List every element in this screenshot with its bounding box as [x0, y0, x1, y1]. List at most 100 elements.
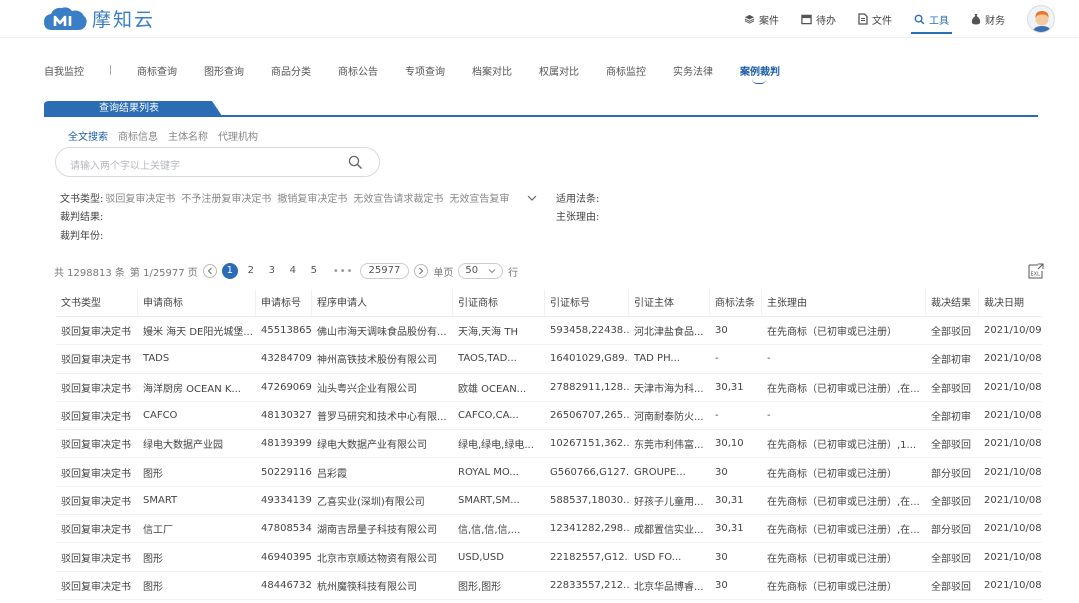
filter-result: 裁判结果:	[60, 208, 103, 223]
subnav-graphic-search[interactable]: 图形查询	[204, 63, 244, 78]
table-cell: 绿电大数据产业园	[143, 440, 223, 452]
topnav-todo[interactable]: 待办	[801, 0, 836, 38]
tab-fulltext[interactable]: 全文搜索	[68, 128, 108, 143]
table-row[interactable]: 驳回复审决定书 嫚米 海天 DE阳光城堡... 45513865 佛山市海天调味食品股…	[56, 317, 1042, 346]
table-row[interactable]: 驳回复审决定书 TADS 43284709 神州高铁技术股份有限公司 TAOS,TAD.…	[56, 345, 1042, 374]
column-header[interactable]: 程序申请人	[312, 289, 453, 317]
page-size-select[interactable]: 50	[458, 263, 504, 279]
avatar[interactable]	[1027, 5, 1055, 33]
chevron-right-icon	[419, 267, 424, 275]
filter-option[interactable]: 撤销复审决定书	[277, 190, 347, 205]
page-ellipsis: •••	[332, 265, 354, 277]
table-cell: 驳回复审决定书	[61, 496, 131, 508]
column-header[interactable]: 申请标号	[256, 289, 312, 317]
filter-doc-type: 文书类型: 驳回复审决定书 不予注册复审决定书 撤销复审决定书 无效宣告请求裁定…	[60, 190, 537, 205]
results-table: 文书类型 申请商标 申请标号 程序申请人 引证商标 引证标号 引证主体 商标法条…	[56, 289, 1042, 600]
last-page[interactable]: 25977	[359, 263, 410, 279]
subnav-special-search[interactable]: 专项查询	[405, 63, 445, 78]
table-cell: 47808534	[261, 523, 312, 535]
table-cell: 全部驳回	[931, 383, 971, 395]
page-3[interactable]: 3	[264, 263, 280, 279]
search-tabs: 全文搜索 商标信息 主体名称 代理机构	[68, 128, 268, 143]
subnav-trademark-notice[interactable]: 商标公告	[338, 63, 378, 78]
top-header: 摩知云 案件 待办 文件 工具 财务	[0, 0, 1079, 38]
tab-agency[interactable]: 代理机构	[218, 128, 258, 143]
table-row[interactable]: 驳回复审决定书 图形 48446732 杭州魔筷科技有限公司 图形,图形 22833557…	[56, 572, 1042, 600]
filter-option[interactable]: 无效宣告复审	[449, 190, 509, 205]
table-cell: 杭州魔筷科技有限公司	[317, 581, 417, 593]
column-header[interactable]: 引证标号	[545, 289, 629, 317]
chevron-down-icon[interactable]	[527, 194, 537, 202]
next-page-button[interactable]	[414, 264, 429, 278]
table-cell: 好孩子儿童用...	[634, 496, 704, 508]
topnav-files[interactable]: 文件	[858, 0, 892, 38]
chevron-down-icon	[488, 269, 496, 274]
filter-result-label: 裁判结果:	[60, 212, 104, 223]
table-cell: CAFCO	[143, 410, 178, 422]
page-size-value: 50	[465, 265, 479, 276]
topnav-files-label: 文件	[872, 15, 892, 27]
page-1[interactable]: 1	[221, 263, 238, 279]
subnav-goods-class[interactable]: 商品分类	[271, 63, 311, 78]
column-header[interactable]: 主张理由	[762, 289, 926, 317]
subnav-case-judgment[interactable]: 案例裁判	[740, 63, 780, 84]
table-row[interactable]: 驳回复审决定书 图形 50229116 吕彩霞 ROYAL MO... G560766,G…	[56, 458, 1042, 487]
table-cell: CAFCO,CA...	[458, 410, 519, 422]
table-cell: 2021/10/08	[984, 523, 1042, 535]
table-cell: 30	[715, 579, 728, 591]
table-cell: 27882911,128...	[550, 381, 629, 393]
filter-reason: 主张理由:	[556, 208, 599, 223]
subnav-archive-compare[interactable]: 档案对比	[472, 63, 512, 78]
table-row[interactable]: 驳回复审决定书 CAFCO 48130327 普罗马研究和技术中心有限... CAFCO…	[56, 402, 1042, 431]
column-header[interactable]: 引证商标	[453, 289, 545, 317]
table-row[interactable]: 驳回复审决定书 信工厂 47808534 湖南吉昂量子科技有限公司 信,信,信,信,..…	[56, 515, 1042, 544]
topnav-finance[interactable]: 财务	[971, 0, 1005, 38]
page-5[interactable]: 5	[306, 263, 322, 279]
table-cell: 48139399	[261, 438, 312, 450]
subnav-ownership-compare[interactable]: 权属对比	[539, 63, 579, 78]
table-cell: 成都置信实业...	[634, 525, 704, 537]
table-row[interactable]: 驳回复审决定书 图形 46940395 北京市京顺达物资有限公司 USD,USD 2218…	[56, 543, 1042, 572]
page-2[interactable]: 2	[243, 263, 259, 279]
table-cell: TAD PH...	[634, 353, 680, 365]
logo[interactable]: 摩知云	[44, 5, 155, 32]
tab-trademark-info[interactable]: 商标信息	[118, 128, 158, 143]
filter-option[interactable]: 不予注册复审决定书	[181, 190, 271, 205]
filter-law-label: 适用法条:	[556, 194, 600, 205]
filter-option[interactable]: 驳回复审决定书	[105, 190, 175, 205]
table-cell: 在先商标（已初审或已注册）	[767, 468, 897, 480]
table-cell: 图形	[143, 581, 163, 593]
filter-reason-label: 主张理由:	[556, 212, 600, 223]
table-cell: 2021/10/08	[984, 381, 1042, 393]
filter-option[interactable]: 无效宣告请求裁定书	[353, 190, 443, 205]
column-header[interactable]: 引证主体	[629, 289, 710, 317]
table-cell: 全部驳回	[931, 327, 971, 339]
filter-law: 适用法条:	[556, 190, 599, 205]
table-cell: 30,31	[715, 494, 744, 506]
subnav-self-monitor[interactable]: 自我监控	[44, 63, 84, 78]
table-row[interactable]: 驳回复审决定书 海洋厨房 OCEAN K... 47269069 汕头粤兴企业有限公司…	[56, 374, 1042, 402]
table-row[interactable]: 驳回复审决定书 SMART 49334139 乙喜实业(深圳)有限公司 SMART,SM…	[56, 487, 1042, 516]
subnav-trademark-search[interactable]: 商标查询	[137, 63, 177, 78]
subnav-practice-law[interactable]: 实务法律	[673, 63, 713, 78]
cube-icon	[744, 14, 755, 24]
topnav-cases[interactable]: 案件	[744, 0, 779, 38]
search-icon[interactable]	[348, 155, 363, 170]
table-cell: 嫚米 海天 DE阳光城堡...	[143, 327, 253, 339]
column-header[interactable]: 裁决日期	[979, 290, 1042, 317]
search-input[interactable]: 请输入两个字以上关键字	[55, 147, 380, 177]
column-header[interactable]: 申请商标	[138, 289, 256, 317]
table-cell: 北京华品博睿...	[634, 581, 704, 593]
tab-entity-name[interactable]: 主体名称	[168, 128, 208, 143]
table-cell: 10267151,362...	[550, 438, 629, 450]
subnav-trademark-monitor[interactable]: 商标监控	[606, 63, 646, 78]
column-header[interactable]: 文书类型	[56, 289, 138, 317]
export-excel-button[interactable]: EXL	[1028, 263, 1044, 279]
result-list-tab[interactable]: 查询结果列表	[44, 101, 222, 116]
page-4[interactable]: 4	[285, 263, 301, 279]
topnav-tools[interactable]: 工具	[911, 0, 952, 38]
column-header[interactable]: 裁决结果	[926, 289, 979, 317]
column-header[interactable]: 商标法条	[710, 289, 762, 317]
prev-page-button[interactable]	[202, 264, 217, 278]
table-row[interactable]: 驳回复审决定书 绿电大数据产业园 48139399 绿电大数据产业有限公司 绿电,绿电,…	[56, 430, 1042, 459]
